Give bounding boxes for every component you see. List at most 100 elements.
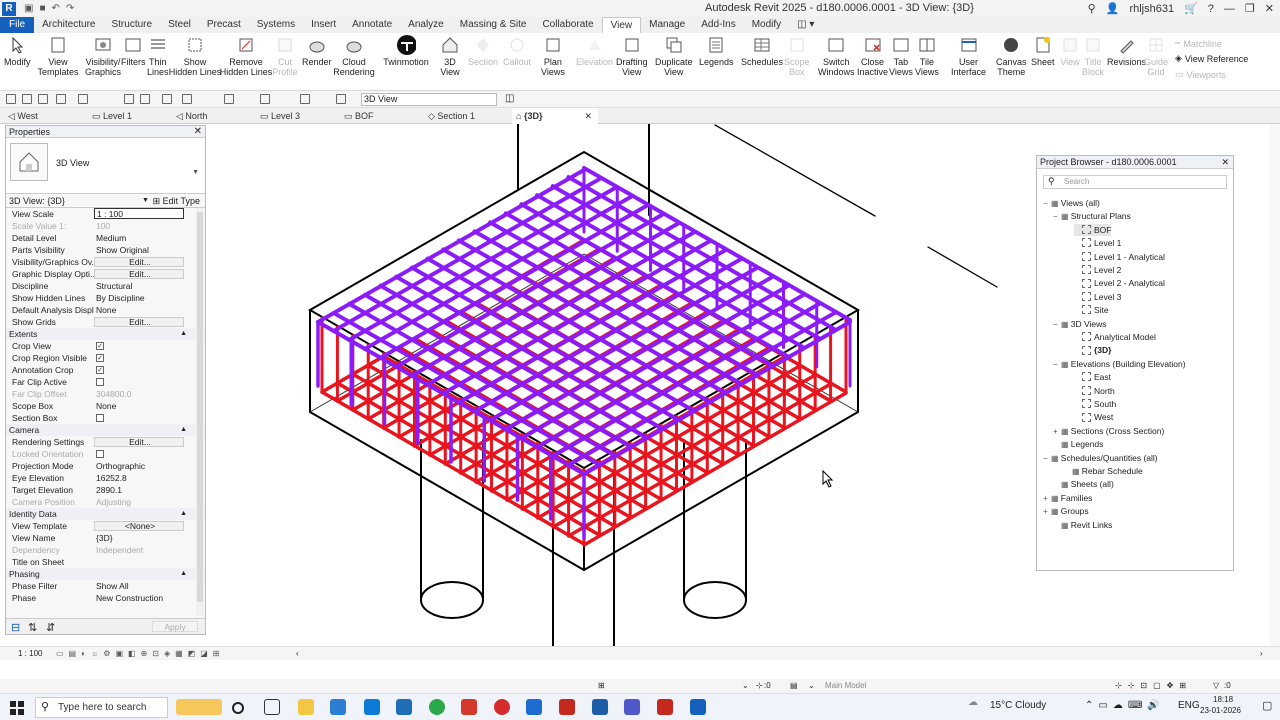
redo-icon[interactable]: ↷ bbox=[66, 3, 74, 14]
property-value[interactable]: None bbox=[94, 304, 184, 316]
browser-item[interactable]: − ▦ Views (all) bbox=[1043, 197, 1100, 209]
switch-windows-button[interactable]: Switch Windows bbox=[818, 35, 855, 77]
undo-icon[interactable]: ↶ bbox=[52, 3, 60, 14]
schedules-button[interactable]: Schedules bbox=[741, 35, 783, 67]
collapse-icon[interactable]: − bbox=[1053, 319, 1061, 331]
checkbox[interactable]: ✓ bbox=[96, 341, 104, 350]
collapse-icon[interactable]: ▲ bbox=[180, 508, 187, 520]
switch-windows-icon[interactable] bbox=[336, 94, 346, 104]
thin-lines-icon[interactable] bbox=[300, 94, 310, 104]
view-options-icon[interactable]: ◫ bbox=[505, 93, 514, 104]
cortana-icon[interactable] bbox=[232, 702, 244, 714]
save-icon[interactable]: ■ bbox=[39, 3, 45, 14]
cart-icon[interactable]: 🛒 bbox=[1184, 2, 1198, 15]
group-icon[interactable]: ⇵ bbox=[46, 621, 55, 634]
browser-item[interactable]: {3D} bbox=[1074, 344, 1111, 356]
ribbon-tab-analyze[interactable]: Analyze bbox=[400, 17, 452, 33]
file-explorer-icon[interactable] bbox=[298, 699, 314, 715]
user-interface-button[interactable]: User Interface bbox=[951, 35, 986, 77]
expand-icon[interactable]: + bbox=[1053, 426, 1061, 438]
ribbon-tab-steel[interactable]: Steel bbox=[160, 17, 199, 33]
task-view-icon[interactable] bbox=[264, 699, 280, 715]
notification-icon[interactable]: ▢ bbox=[1262, 699, 1272, 712]
revit-icon[interactable] bbox=[690, 699, 706, 715]
property-value[interactable]: Show All bbox=[94, 580, 184, 592]
property-value[interactable] bbox=[94, 412, 184, 424]
user-name[interactable]: rhljsh631 bbox=[1129, 3, 1174, 15]
filter-funnel-icon[interactable]: ▽ bbox=[1213, 679, 1219, 693]
browser-item[interactable]: ▦ Legends bbox=[1053, 438, 1103, 450]
close-inactive-button[interactable]: Close Inactive bbox=[857, 35, 888, 77]
outlook-icon[interactable] bbox=[526, 699, 542, 715]
property-value[interactable]: 304800.0 bbox=[94, 388, 184, 400]
collapse-icon[interactable]: − bbox=[1053, 211, 1061, 223]
browser-item[interactable]: Analytical Model bbox=[1074, 331, 1156, 343]
property-value[interactable] bbox=[94, 448, 184, 460]
canvas-theme-button[interactable]: Canvas Theme bbox=[996, 35, 1027, 77]
collapse-icon[interactable]: − bbox=[1043, 453, 1051, 465]
property-value[interactable]: 2890.1 bbox=[94, 484, 184, 496]
type-selector[interactable]: 3D View ▼ bbox=[6, 138, 205, 194]
undo-icon[interactable] bbox=[78, 94, 88, 104]
drafting-view-button[interactable]: Drafting View bbox=[616, 35, 648, 77]
close-views-icon[interactable] bbox=[140, 94, 150, 104]
print-icon[interactable] bbox=[124, 94, 134, 104]
close-tab-icon[interactable]: ✕ bbox=[584, 108, 592, 124]
weather-widget-icon[interactable] bbox=[176, 699, 222, 715]
chevron-down-icon[interactable]: ⌄ bbox=[808, 679, 815, 693]
ribbon-tab-file[interactable]: File bbox=[0, 17, 35, 33]
dimension-icon[interactable] bbox=[182, 94, 192, 104]
ribbon-tab-insert[interactable]: Insert bbox=[303, 17, 344, 33]
property-value[interactable] bbox=[94, 556, 184, 568]
plan-views-button[interactable]: Plan Views bbox=[541, 35, 565, 77]
document-icon[interactable] bbox=[592, 699, 608, 715]
checkbox[interactable] bbox=[96, 377, 104, 386]
browser-item[interactable]: ▦ Revit Links bbox=[1053, 519, 1112, 531]
property-value[interactable]: Edit... bbox=[94, 269, 184, 279]
checkbox[interactable]: ✓ bbox=[96, 365, 104, 374]
property-section[interactable]: Camera ▲ bbox=[6, 424, 205, 436]
expand-icon[interactable]: + bbox=[1043, 493, 1051, 505]
legends-button[interactable]: Legends bbox=[699, 35, 734, 67]
modify-button[interactable]: Modify bbox=[4, 35, 31, 67]
checkbox[interactable] bbox=[96, 413, 104, 422]
contextual-tab-icon[interactable]: ◫ ▾ bbox=[789, 17, 822, 33]
property-value[interactable]: Orthographic bbox=[94, 460, 184, 472]
apply-button[interactable]: Apply bbox=[152, 621, 198, 632]
show-hidden-lines-button[interactable]: Show Hidden Lines bbox=[169, 35, 221, 77]
tab-west[interactable]: ◁ West bbox=[4, 108, 88, 124]
help-icon[interactable]: ? bbox=[1208, 3, 1214, 15]
property-value[interactable]: New Construction bbox=[94, 592, 184, 604]
property-value[interactable]: 100 bbox=[94, 220, 184, 232]
view-control-icons[interactable]: ▭▤◐☼⚙▣◧⊕⊡◈▦◩◪⊞ bbox=[56, 647, 225, 660]
tab-views-button[interactable]: Tab Views bbox=[889, 35, 913, 77]
design-options-icon[interactable]: ▤ bbox=[790, 679, 798, 693]
browser-item[interactable]: − ▦ Structural Plans bbox=[1053, 210, 1131, 222]
tab-level-1[interactable]: ▭ Level 1 bbox=[88, 108, 172, 124]
filters-button[interactable]: Filters bbox=[121, 35, 146, 67]
tab-level-3[interactable]: ▭ Level 3 bbox=[256, 108, 340, 124]
open-icon[interactable]: ▣ bbox=[24, 3, 33, 14]
chevron-down-icon[interactable]: ▼ bbox=[192, 169, 199, 176]
twinmotion-button[interactable]: Twinmotion bbox=[383, 35, 429, 67]
property-value[interactable]: ✓ bbox=[94, 340, 184, 352]
property-value[interactable]: Edit... bbox=[94, 437, 184, 447]
clock-date[interactable]: 23-01-2026 bbox=[1200, 706, 1241, 715]
duplicate-view-button[interactable]: Duplicate View bbox=[655, 35, 693, 77]
browser-item[interactable]: + ▦ Families bbox=[1043, 492, 1092, 504]
property-value[interactable]: ✓ bbox=[94, 352, 184, 364]
view-templates-button[interactable]: View Templates bbox=[37, 35, 79, 77]
browser-item[interactable]: Level 2 - Analytical bbox=[1074, 277, 1165, 289]
property-value[interactable]: Structural bbox=[94, 280, 184, 292]
ribbon-tab-systems[interactable]: Systems bbox=[249, 17, 303, 33]
view-type-combo[interactable]: 3D View bbox=[361, 93, 497, 106]
workset-icon[interactable]: ⊞ bbox=[598, 679, 605, 693]
property-value[interactable]: Edit... bbox=[94, 257, 184, 267]
property-section[interactable]: Extents ▲ bbox=[6, 328, 205, 340]
main-model-label[interactable]: Main Model bbox=[825, 679, 866, 693]
property-section[interactable]: Identity Data ▲ bbox=[6, 508, 205, 520]
red-app-icon[interactable] bbox=[494, 699, 510, 715]
ribbon-tab-structure[interactable]: Structure bbox=[103, 17, 160, 33]
browser-item[interactable]: + ▦ Groups bbox=[1043, 505, 1089, 517]
collapse-icon[interactable]: ▲ bbox=[180, 424, 187, 436]
